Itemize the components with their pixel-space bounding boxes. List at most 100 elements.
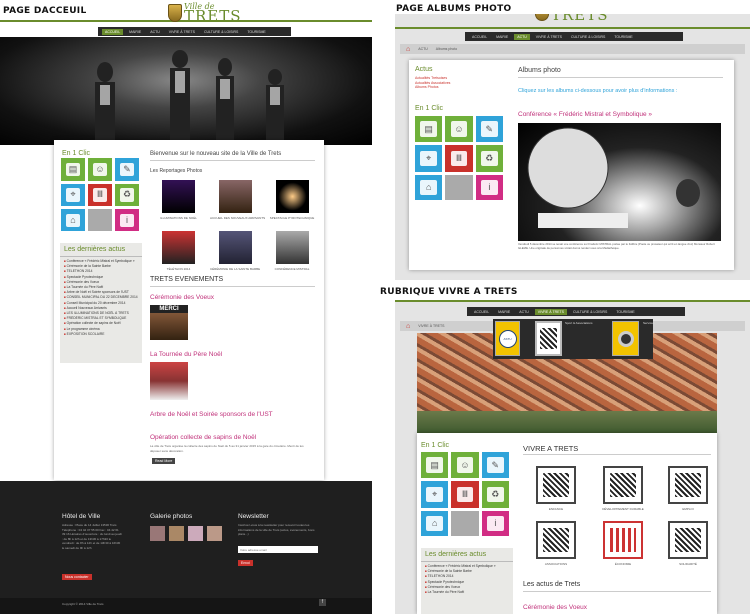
dropdown-item-enfance[interactable]: ASTU <box>495 321 520 356</box>
nav-accueil[interactable]: ACCUEIL <box>471 310 492 314</box>
nav-tourisme[interactable]: TOURISME <box>244 30 268 34</box>
tile-map[interactable]: ⌖ <box>415 145 443 172</box>
columns-icon: Ⅲ <box>92 188 108 202</box>
vivre-item-economie[interactable] <box>603 521 643 559</box>
thumb-conference[interactable] <box>276 231 309 264</box>
thumb-pyro[interactable] <box>276 180 309 213</box>
event-pere-noel-title[interactable]: La Tournée du Père Noël <box>150 351 222 358</box>
tile-citizen[interactable]: ☺ <box>88 158 112 181</box>
thumb-sainte-barbe[interactable] <box>219 231 252 264</box>
nav-mairie[interactable]: MAIRIE <box>126 30 144 34</box>
divider <box>523 454 711 455</box>
nav-culture[interactable]: CULTURE & LOISIRS <box>201 30 241 34</box>
tile-mairie[interactable]: ⌂ <box>415 174 443 200</box>
album-mistral-caption: Vendredi 5 décembre 2014 se tenait une c… <box>518 242 715 250</box>
hands-icon <box>543 473 569 497</box>
site-logo[interactable]: Ville deTRETS <box>540 300 614 301</box>
coat-of-arms-icon <box>535 14 549 22</box>
event-voeux-image[interactable]: MERCI <box>150 305 188 340</box>
nav-accueil[interactable]: ACCUEIL <box>102 28 124 35</box>
nav-tourisme[interactable]: TOURISME <box>613 310 637 314</box>
nav-vivre[interactable]: VIVRE À TRETS <box>533 35 565 39</box>
dropdown-item-associations[interactable] <box>535 321 562 356</box>
actus-first-title[interactable]: Cérémonie des Voeux <box>523 604 587 611</box>
tile-mairie[interactable]: ⌂ <box>421 510 449 536</box>
tile-documents[interactable]: ▤ <box>421 452 449 479</box>
map-icon: ⌖ <box>420 150 437 167</box>
tile-citizen[interactable]: ☺ <box>451 452 479 479</box>
album-mistral-title[interactable]: Conférence « Frédéric Mistral et Symboli… <box>518 111 652 118</box>
side-link[interactable]: Actualités Tretsoises <box>415 76 450 81</box>
read-more-button[interactable]: Read More <box>152 458 176 464</box>
tile-info[interactable]: i <box>481 510 509 536</box>
tile-map[interactable]: ⌖ <box>421 481 449 508</box>
tile-form[interactable]: ✎ <box>475 116 503 143</box>
site-logo[interactable]: Ville deTRETS <box>168 2 242 24</box>
tile-citizen[interactable]: ☺ <box>445 116 473 143</box>
tile-form[interactable]: ✎ <box>481 452 509 479</box>
news-item[interactable]: EXPOSITION SCOLAIRE <box>64 332 138 337</box>
recycle-icon: ♻ <box>119 188 135 202</box>
nav-actu[interactable]: ACTU <box>516 310 532 314</box>
news-item[interactable]: CONSEIL MUNICIPAL DU 22 DECEMBRE 2014 <box>64 295 138 300</box>
nav-accueil[interactable]: ACCUEIL <box>469 35 490 39</box>
nav-actu[interactable]: ACTU <box>514 33 530 40</box>
tile-form[interactable]: ✎ <box>115 158 139 181</box>
dropdown-label[interactable]: Services <box>643 321 655 325</box>
nav-tourisme[interactable]: TOURISME <box>611 35 635 39</box>
nav-culture[interactable]: CULTURE & LOISIRS <box>568 35 608 39</box>
tile-mairie[interactable]: ⌂ <box>61 209 85 231</box>
vivre-item-dev-durable[interactable] <box>603 466 643 504</box>
event-pere-noel-image[interactable] <box>150 362 188 400</box>
galerie-thumb[interactable] <box>150 526 165 541</box>
tile-institution[interactable]: Ⅲ <box>445 145 473 172</box>
thumb-telethon[interactable] <box>162 231 195 264</box>
galerie-thumb[interactable] <box>188 526 203 541</box>
info-icon: i <box>487 515 504 531</box>
facebook-icon[interactable]: f <box>319 599 326 606</box>
dropdown-item-camera[interactable] <box>612 321 639 356</box>
tile-documents[interactable]: ▤ <box>61 158 85 181</box>
vivre-page: Ville deTRETS ACCUEIL MAIRIE ACTU VIVRE … <box>395 300 750 614</box>
contact-button[interactable]: Nous contacter <box>62 574 92 580</box>
tile-documents[interactable]: ▤ <box>415 116 443 143</box>
newsletter-email-input[interactable] <box>238 546 318 553</box>
thumb-accueil[interactable] <box>219 180 252 213</box>
home-page: Ville de TRETS ACCUEIL MAIRIE ACTU VIVRE … <box>0 0 372 614</box>
news-item[interactable]: La Tournée du Père Noël <box>425 590 509 595</box>
event-voeux-title[interactable]: Cérémonie des Voeux <box>150 294 214 301</box>
site-logo[interactable]: Ville deTRETS <box>535 14 609 23</box>
breadcrumb-actu[interactable]: ACTU <box>418 47 428 51</box>
vivre-item-emploi[interactable] <box>668 466 708 504</box>
nav-mairie[interactable]: MAIRIE <box>493 35 511 39</box>
tile-recycle[interactable]: ♻ <box>115 183 139 207</box>
tile-info[interactable]: i <box>475 174 503 200</box>
tile-map[interactable]: ⌖ <box>61 183 85 207</box>
side-link[interactable]: Albums Photos <box>415 85 450 90</box>
tile-recycle[interactable]: ♻ <box>481 481 509 508</box>
event-sapins-title[interactable]: Opération collecte de sapins de Noël <box>150 434 256 441</box>
tile-institution[interactable]: Ⅲ <box>451 481 479 508</box>
newsletter-submit-button[interactable]: Envoi <box>238 560 253 566</box>
galerie-thumb[interactable] <box>169 526 184 541</box>
vivre-item-enfance[interactable] <box>536 466 576 504</box>
vivre-item-associations[interactable] <box>536 521 576 559</box>
galerie-thumb[interactable] <box>207 526 222 541</box>
event-arbre-title[interactable]: Arbre de Noël et Soirée sponsors de l'US… <box>150 411 273 418</box>
nav-mairie[interactable]: MAIRIE <box>495 310 513 314</box>
tile-empty <box>445 174 473 200</box>
nav-vivre[interactable]: VIVRE À TRETS <box>166 30 198 34</box>
dropdown-label[interactable]: Sport & Associations <box>565 321 593 325</box>
home-icon[interactable]: ⌂ <box>406 46 410 53</box>
nav-vivre[interactable]: VIVRE À TRETS <box>534 308 567 315</box>
nav-culture[interactable]: CULTURE & LOISIRS <box>570 310 610 314</box>
home-icon[interactable]: ⌂ <box>406 323 410 330</box>
album-mistral-photo[interactable] <box>518 123 721 241</box>
tile-recycle[interactable]: ♻ <box>475 145 503 172</box>
thumb-illuminations[interactable] <box>162 180 195 213</box>
nav-actu[interactable]: ACTU <box>147 30 163 34</box>
tile-institution[interactable]: Ⅲ <box>88 183 112 207</box>
main-nav: ACCUEIL MAIRIE ACTU VIVRE À TRETS CULTUR… <box>98 27 291 36</box>
tile-info[interactable]: i <box>115 209 139 231</box>
vivre-item-solidarite[interactable] <box>668 521 708 559</box>
